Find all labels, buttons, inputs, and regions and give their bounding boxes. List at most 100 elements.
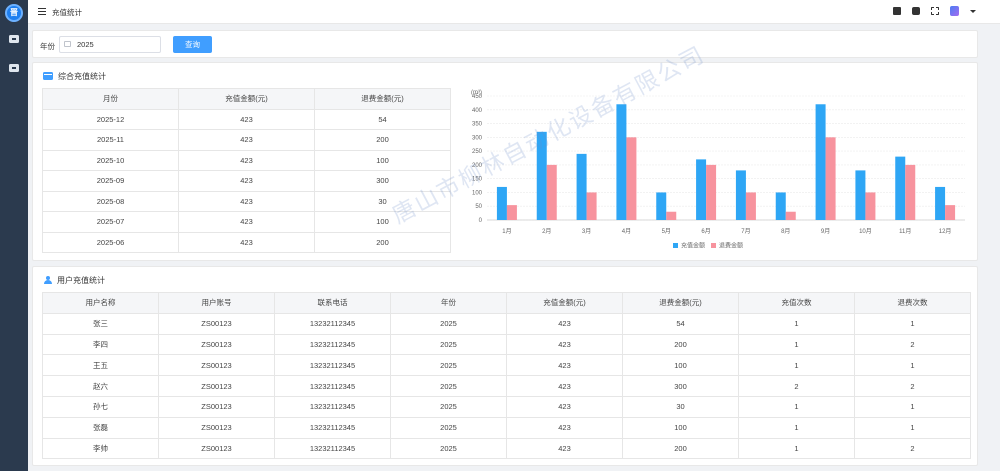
x-tick-label: 4月 (622, 228, 631, 235)
user-avatar-icon[interactable] (950, 6, 959, 16)
cell-year: 2025 (390, 312, 507, 335)
table-row: 2025-06 423 200 (42, 231, 451, 253)
bar-refund (706, 164, 717, 220)
cell-recharge: 423 (506, 375, 623, 397)
bar-refund (865, 192, 876, 220)
x-tick-label: 11月 (899, 228, 911, 235)
legend-swatch (711, 243, 716, 248)
bar-recharge (935, 186, 946, 220)
bar-refund (506, 205, 517, 220)
users-title: 用户充值统计 (57, 275, 105, 285)
legend-label: 充值金额 (681, 242, 705, 250)
col-account: 用户账号 (158, 292, 275, 314)
cell-month: 2025-10 (42, 149, 179, 171)
cell-year: 2025 (390, 354, 507, 377)
summary-title: 综合充值统计 (58, 71, 106, 81)
layout-icon[interactable] (893, 7, 901, 15)
x-tick-label: 10月 (859, 228, 872, 235)
cell-phone: 13232112345 (274, 354, 391, 377)
cell-recharge-count: 1 (738, 437, 855, 460)
table-row: 2025-12 423 54 (42, 108, 451, 130)
cell-phone: 13232112345 (274, 375, 391, 397)
cell-refund-count: 2 (854, 333, 971, 356)
y-tick-label: 300 (472, 135, 483, 141)
year-input[interactable] (59, 36, 161, 53)
bar-refund (785, 211, 796, 220)
cell-year: 2025 (390, 333, 507, 356)
message-icon[interactable] (912, 7, 920, 15)
cell-user-name: 张三 (42, 312, 159, 335)
cell-recharge: 423 (506, 312, 623, 335)
y-tick-label: 400 (472, 108, 483, 114)
table-row: 王五 ZS00123 13232112345 2025 423 100 1 1 (42, 354, 971, 377)
cell-refund-count: 1 (854, 416, 971, 439)
app-logo[interactable]: 晋 (5, 4, 23, 22)
sidebar-item-message-icon[interactable] (9, 35, 19, 43)
cell-refund-count: 2 (854, 437, 971, 460)
year-label: 年份 (40, 42, 55, 51)
cell-refund-count: 1 (854, 312, 971, 335)
cell-month: 2025-08 (42, 190, 179, 212)
bar-recharge (656, 192, 667, 220)
col-refund-count: 退费次数 (854, 292, 971, 314)
sidebar-item-report-icon[interactable] (9, 64, 19, 72)
x-tick-label: 3月 (582, 228, 591, 235)
cell-recharge: 423 (178, 190, 315, 212)
bar-refund (905, 164, 916, 220)
cell-refund: 200 (314, 231, 451, 253)
cell-refund: 100 (314, 211, 451, 233)
cell-user-name: 赵六 (42, 375, 159, 397)
cell-recharge: 423 (506, 437, 623, 460)
x-tick-label: 6月 (701, 228, 710, 235)
cell-refund-count: 1 (854, 354, 971, 377)
cell-user-name: 张磊 (42, 416, 159, 439)
col-year: 年份 (390, 292, 507, 314)
table-row: 2025-07 423 100 (42, 211, 451, 233)
page-title: 充值统计 (52, 8, 82, 17)
cell-user-name: 王五 (42, 354, 159, 377)
cell-recharge-count: 1 (738, 333, 855, 356)
cell-phone: 13232112345 (274, 395, 391, 418)
calendar-icon (64, 41, 71, 47)
bar-refund (586, 192, 597, 220)
x-tick-label: 8月 (781, 228, 790, 235)
y-tick-label: 450 (472, 94, 483, 100)
cell-refund: 100 (622, 354, 739, 377)
cell-year: 2025 (390, 416, 507, 439)
cell-recharge-count: 1 (738, 354, 855, 377)
cell-refund: 300 (622, 375, 739, 397)
x-tick-label: 1月 (502, 228, 511, 235)
cell-refund: 54 (622, 312, 739, 335)
x-tick-label: 2月 (542, 228, 551, 235)
chevron-down-icon[interactable] (970, 9, 976, 13)
cell-account: ZS00123 (158, 416, 275, 439)
menu-fold-icon[interactable] (38, 8, 46, 16)
y-tick-label: 0 (479, 218, 483, 224)
cell-month: 2025-12 (42, 108, 179, 130)
cell-month: 2025-11 (42, 129, 179, 151)
cell-year: 2025 (390, 437, 507, 460)
cell-recharge: 423 (178, 129, 315, 151)
cell-month: 2025-07 (42, 211, 179, 233)
bar-recharge (895, 156, 906, 220)
summary-header: 综合充值统计 (43, 70, 106, 82)
bar-recharge (855, 170, 866, 220)
user-icon (43, 275, 52, 285)
col-month: 月份 (42, 88, 179, 110)
query-button[interactable]: 查询 (173, 36, 212, 53)
bar-refund (945, 205, 956, 220)
cell-account: ZS00123 (158, 312, 275, 335)
cell-recharge-count: 1 (738, 312, 855, 335)
cell-recharge: 423 (178, 170, 315, 192)
cell-refund-count: 1 (854, 395, 971, 418)
cell-user-name: 李帅 (42, 437, 159, 460)
x-tick-label: 7月 (741, 228, 750, 235)
top-actions (893, 6, 976, 16)
cell-recharge: 423 (506, 395, 623, 418)
bar-refund (626, 137, 637, 220)
fullscreen-icon[interactable] (931, 7, 939, 15)
cell-recharge-count: 1 (738, 416, 855, 439)
table-row: 张磊 ZS00123 13232112345 2025 423 100 1 1 (42, 416, 971, 439)
table-row: 2025-11 423 200 (42, 129, 451, 151)
wallet-icon (43, 72, 53, 80)
